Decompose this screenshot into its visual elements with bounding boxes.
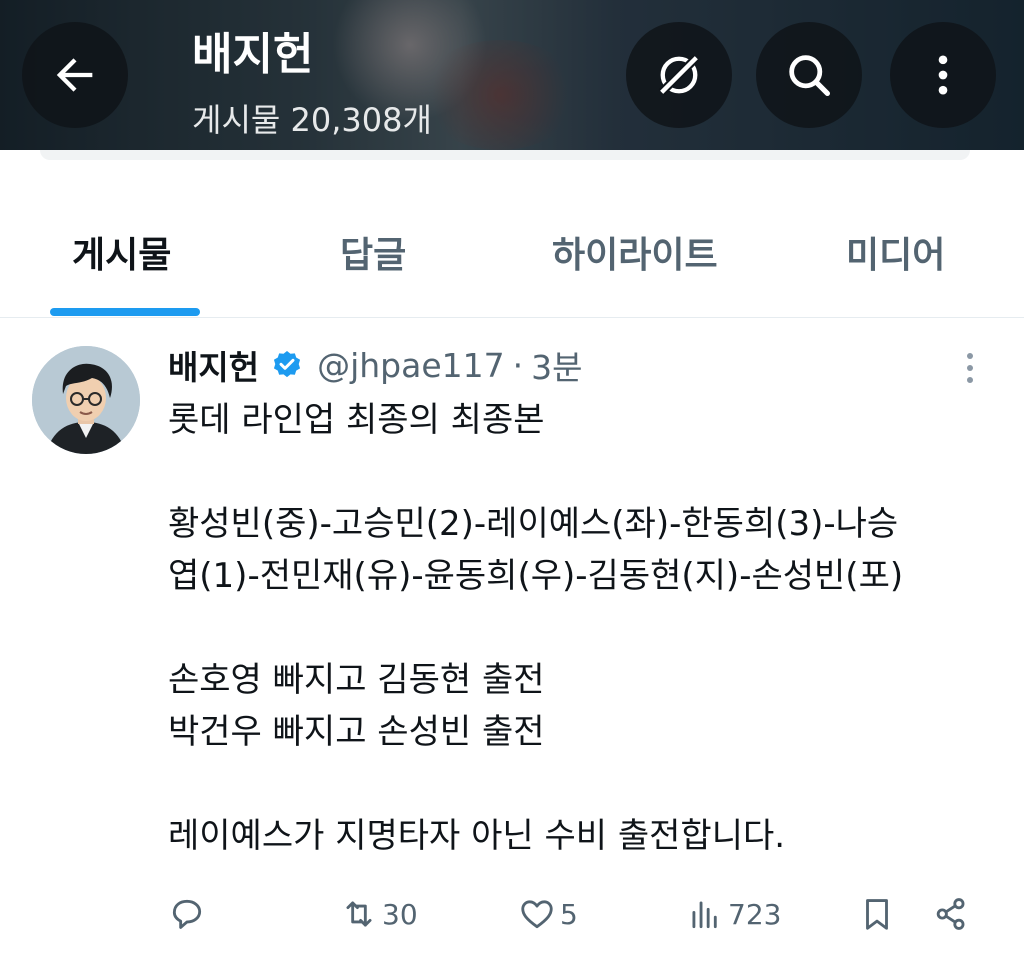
back-button[interactable] (22, 22, 128, 128)
grok-button[interactable] (626, 22, 732, 128)
post-more-icon[interactable] (958, 348, 982, 388)
repost-button[interactable]: 30 (340, 890, 418, 938)
repost-icon (346, 901, 372, 927)
more-vertical-icon (938, 55, 948, 95)
back-arrow-icon (56, 58, 93, 92)
post-line: 롯데 라인업 최종의 최종본 (168, 400, 545, 440)
header-post-count: 게시물 20,308개 (192, 101, 432, 139)
tab-highlights[interactable]: 하이라이트 (552, 226, 718, 278)
reply-button[interactable] (168, 890, 210, 938)
tab-posts[interactable]: 게시물 (72, 226, 171, 278)
bookmark-icon (866, 899, 888, 930)
search-button[interactable] (756, 22, 862, 128)
header-title: 배지헌 (192, 29, 314, 80)
analytics-icon (692, 901, 717, 929)
post-text: 롯데 라인업 최종의 최종본 황성빈(중)-고승민(2)-레이예스(좌)-한동희… (168, 394, 988, 862)
avatar[interactable] (32, 346, 140, 454)
reply-icon (172, 899, 202, 929)
profile-header: 배지헌 게시물 20,308개 (0, 0, 1024, 150)
author-handle[interactable]: @jhpae117 (317, 346, 505, 385)
post-line-blank (168, 758, 988, 810)
heart-icon (521, 900, 553, 929)
search-icon (789, 55, 831, 97)
post-line-blank (168, 602, 988, 654)
views-button[interactable]: 723 (686, 890, 781, 938)
profile-card-edge (40, 150, 970, 160)
more-options-button[interactable] (890, 22, 996, 128)
post-line-blank (168, 446, 988, 498)
meta-separator: · (512, 345, 524, 385)
post-line: 손호영 빠지고 김동현 출전 (168, 660, 545, 700)
like-button[interactable]: 5 (518, 890, 578, 938)
profile-tabs: 게시물 답글 하이라이트 미디어 (0, 196, 1024, 318)
share-button[interactable] (932, 890, 970, 938)
verified-badge-icon (274, 351, 301, 378)
author-name[interactable]: 배지헌 (168, 341, 259, 389)
header-shade (0, 0, 1024, 150)
post-header: 배지헌 @jhpae117 · 3분 (168, 340, 583, 390)
tab-replies[interactable]: 답글 (340, 226, 406, 278)
grok-icon (658, 54, 700, 96)
active-tab-indicator (50, 308, 200, 316)
post-action-bar: 30 5 723 (168, 890, 988, 938)
bookmark-button[interactable] (858, 890, 896, 938)
like-count: 5 (560, 897, 578, 931)
tab-media[interactable]: 미디어 (846, 226, 945, 278)
post-line: 레이예스가 지명타자 아닌 수비 출전합니다. (168, 816, 786, 856)
repost-count: 30 (382, 897, 418, 931)
post-timestamp[interactable]: 3분 (531, 341, 582, 389)
post-line: 황성빈(중)-고승민(2)-레이예스(좌)-한동희(3)-나승 (168, 504, 899, 544)
avatar-illustration-icon (32, 346, 140, 454)
post-line: 엽(1)-전민재(유)-윤동희(우)-김동현(지)-손성빈(포) (168, 556, 904, 596)
share-icon (936, 898, 965, 930)
post-line: 박건우 빠지고 손성빈 출전 (168, 712, 545, 752)
view-count: 723 (728, 897, 782, 931)
